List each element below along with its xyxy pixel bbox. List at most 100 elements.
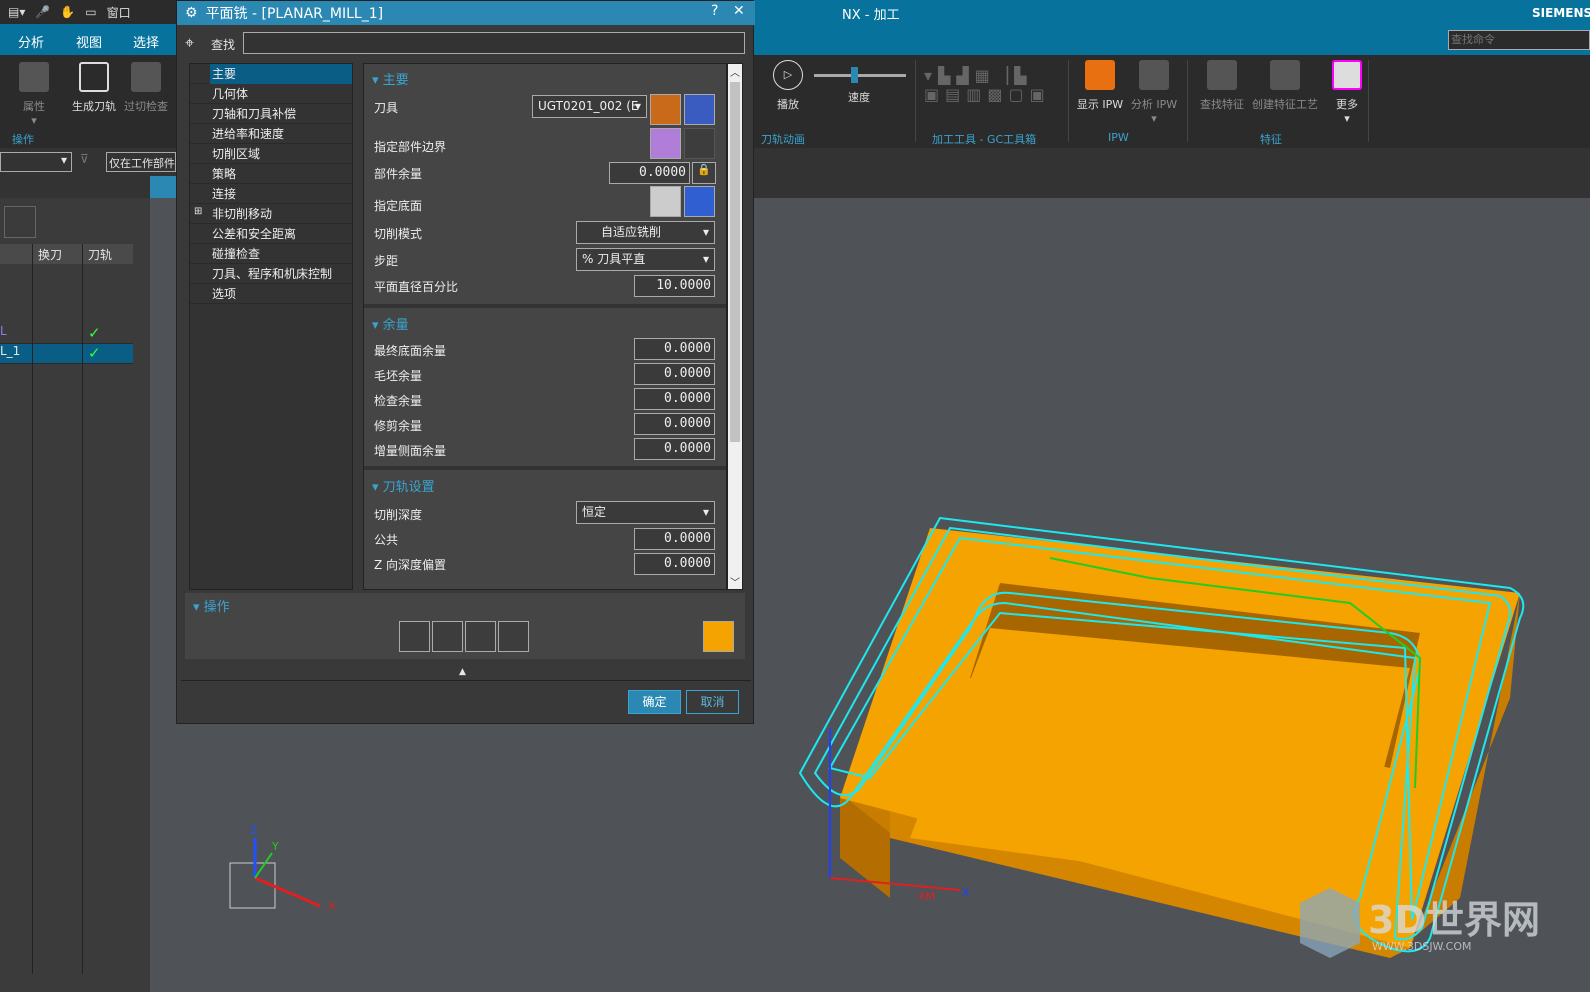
operations-section: ▾ 操作 — [185, 593, 745, 659]
gc-toolbox-icons[interactable]: ▾▙▟▦▕▙ ▣▤▥▩▢▣ — [924, 66, 1064, 116]
touch-icon[interactable]: ✋ — [60, 5, 75, 19]
cancel-button[interactable]: 取消 — [686, 690, 739, 714]
tab-view[interactable]: 视图 — [76, 32, 102, 51]
settings-panel: ▾ 主要 刀具 UGT0201_002 (E 指定部件边界 部件余量 0.000… — [363, 63, 727, 590]
speed-label: 速度 — [848, 91, 870, 104]
common-label: 公共 — [374, 533, 399, 547]
tree-item-options[interactable]: 选项 — [190, 284, 352, 304]
window-icon[interactable]: ▭ — [85, 5, 96, 19]
group-animation[interactable]: 刀轨动画 — [761, 131, 805, 147]
operation-navigator: 换刀 刀轨 L ✓ L_1 ✓ — [0, 198, 150, 992]
display-boundary-button[interactable] — [684, 128, 715, 159]
dialog-tree: 主要 几何体 刀轴和刀具补偿 进给率和速度 切削区域 策略 连接 非切削移动 公… — [189, 63, 353, 590]
tree-item-cut-region[interactable]: 切削区域 — [190, 144, 352, 164]
quick-access-toolbar: ▤▾ 🎤 ✋ ▭ 窗口 — [0, 0, 176, 24]
close-navigator-icon[interactable] — [4, 206, 36, 238]
tree-item-collision[interactable]: 碰撞检查 — [190, 244, 352, 264]
find-input[interactable] — [243, 32, 745, 54]
common-input[interactable]: 0.0000 — [634, 528, 715, 550]
properties-button[interactable]: 属性 ▾ — [14, 62, 54, 127]
group-ipw[interactable]: IPW — [1108, 131, 1129, 144]
trim-stock-input[interactable]: 0.0000 — [634, 413, 715, 435]
tree-item-strategy[interactable]: 策略 — [190, 164, 352, 184]
new-tool-button[interactable] — [650, 94, 681, 125]
find-feature-button[interactable]: 查找特征 — [1198, 60, 1246, 112]
collapse-arrow-icon[interactable]: ▲ — [459, 667, 466, 677]
stepover-dropdown[interactable]: % 刀具平直 — [576, 248, 715, 271]
svg-text:X: X — [328, 900, 336, 913]
group-gc-toolbox[interactable]: 加工工具 - GC工具箱 — [932, 131, 1036, 147]
display-floor-button[interactable] — [684, 186, 715, 217]
z-offset-input[interactable]: 0.0000 — [634, 553, 715, 575]
depth-dropdown[interactable]: 恒定 — [576, 501, 715, 524]
generate-toolpath-button[interactable]: 生成刀轨 — [70, 62, 118, 114]
navigator-header: 换刀 刀轨 — [0, 244, 133, 264]
gear-icon: ⚙ — [185, 5, 198, 21]
filter-icon[interactable]: ⊽ — [80, 152, 89, 166]
expand-icon[interactable]: ⊞ — [194, 206, 202, 217]
column-tool-change[interactable]: 换刀 — [38, 246, 62, 263]
list-button[interactable] — [498, 621, 529, 652]
section-operations[interactable]: ▾ 操作 — [193, 596, 230, 615]
svg-text:3D世界网: 3D世界网 — [1368, 898, 1540, 942]
axis-xm-label: XM — [918, 890, 935, 903]
show-ipw-button[interactable]: 显示 IPW — [1076, 60, 1124, 112]
ok-button[interactable]: 确定 — [628, 690, 681, 714]
table-row[interactable]: L ✓ — [0, 324, 133, 344]
group-operations[interactable]: 操作 — [12, 131, 34, 147]
cut-pattern-dropdown[interactable]: 自适应铣削 — [576, 221, 715, 244]
tab-select[interactable]: 选择 — [133, 32, 159, 51]
replay-button[interactable] — [432, 621, 463, 652]
axis-x-label: X — [962, 886, 970, 899]
window-menu[interactable]: 窗口 — [107, 4, 131, 21]
close-button[interactable]: ✕ — [733, 3, 745, 19]
panel-scrollbar[interactable]: ︿ ﹀ — [727, 63, 743, 590]
tree-item-tool-axis[interactable]: 刀轴和刀具补偿 — [190, 104, 352, 124]
speed-slider[interactable] — [814, 67, 906, 83]
blank-stock-input[interactable]: 0.0000 — [634, 363, 715, 385]
tree-item-non-cutting[interactable]: 非切削移动 — [190, 204, 352, 224]
tool-dropdown[interactable]: UGT0201_002 (E — [532, 95, 647, 118]
section-path-settings[interactable]: ▾ 刀轨设置 — [372, 476, 435, 495]
select-floor-button[interactable] — [650, 186, 681, 217]
tree-item-main[interactable]: 主要 — [190, 64, 352, 84]
percent-input[interactable]: 10.0000 — [634, 275, 715, 297]
verify-button[interactable] — [465, 621, 496, 652]
column-toolpath[interactable]: 刀轨 — [88, 246, 112, 263]
stepover-label: 步距 — [374, 254, 399, 268]
type-filter-dropdown[interactable]: ▾ — [0, 152, 72, 172]
table-row-selected[interactable]: L_1 ✓ — [0, 344, 133, 364]
tree-item-tolerance[interactable]: 公差和安全距离 — [190, 224, 352, 244]
side-stock-input[interactable]: 0.0000 — [634, 438, 715, 460]
scope-dropdown[interactable]: 仅在工作部件中 — [106, 152, 176, 172]
tree-item-connections[interactable]: 连接 — [190, 184, 352, 204]
tree-item-feeds[interactable]: 进给率和速度 — [190, 124, 352, 144]
analyze-ipw-button[interactable]: 分析 IPW ▾ — [1130, 60, 1178, 125]
tree-item-geometry[interactable]: 几何体 — [190, 84, 352, 104]
check-stock-input[interactable]: 0.0000 — [634, 388, 715, 410]
help-button[interactable]: ? — [711, 3, 718, 19]
lock-icon[interactable]: 🔒 — [692, 162, 716, 184]
edit-tool-button[interactable] — [684, 94, 715, 125]
floor-stock-input[interactable]: 0.0000 — [634, 338, 715, 360]
microphone-icon[interactable]: 🎤 — [35, 5, 50, 19]
customize-icon[interactable]: ▤▾ — [8, 5, 25, 19]
brand-logo: SIEMENS — [1532, 6, 1590, 20]
planar-mill-dialog: ⚙ 平面铣 - [PLANAR_MILL_1] ? ✕ ⌖ 查找 主要 几何体 … — [176, 0, 755, 724]
section-stock[interactable]: ▾ 余量 — [372, 314, 409, 333]
create-feature-process-button[interactable]: 创建特征工艺 — [1250, 60, 1320, 112]
select-boundary-button[interactable] — [650, 128, 681, 159]
toolpath-resource-tab[interactable] — [150, 176, 176, 198]
more-button[interactable]: 更多 ▾ — [1330, 60, 1364, 125]
section-main[interactable]: ▾ 主要 — [372, 69, 409, 88]
group-feature[interactable]: 特征 — [1260, 131, 1282, 147]
play-button[interactable]: ▷ 播放 — [770, 60, 806, 112]
gouge-check-button[interactable]: 过切检查 — [122, 62, 170, 114]
tree-item-machine-control[interactable]: 刀具、程序和机床控制 — [190, 264, 352, 284]
tab-analysis[interactable]: 分析 — [18, 32, 44, 51]
toolpath-gen-button[interactable] — [703, 621, 734, 652]
app-title: NX - 加工 — [842, 8, 900, 23]
command-search-input[interactable] — [1448, 30, 1590, 50]
generate-button[interactable] — [399, 621, 430, 652]
part-stock-input[interactable]: 0.0000 — [609, 162, 690, 184]
